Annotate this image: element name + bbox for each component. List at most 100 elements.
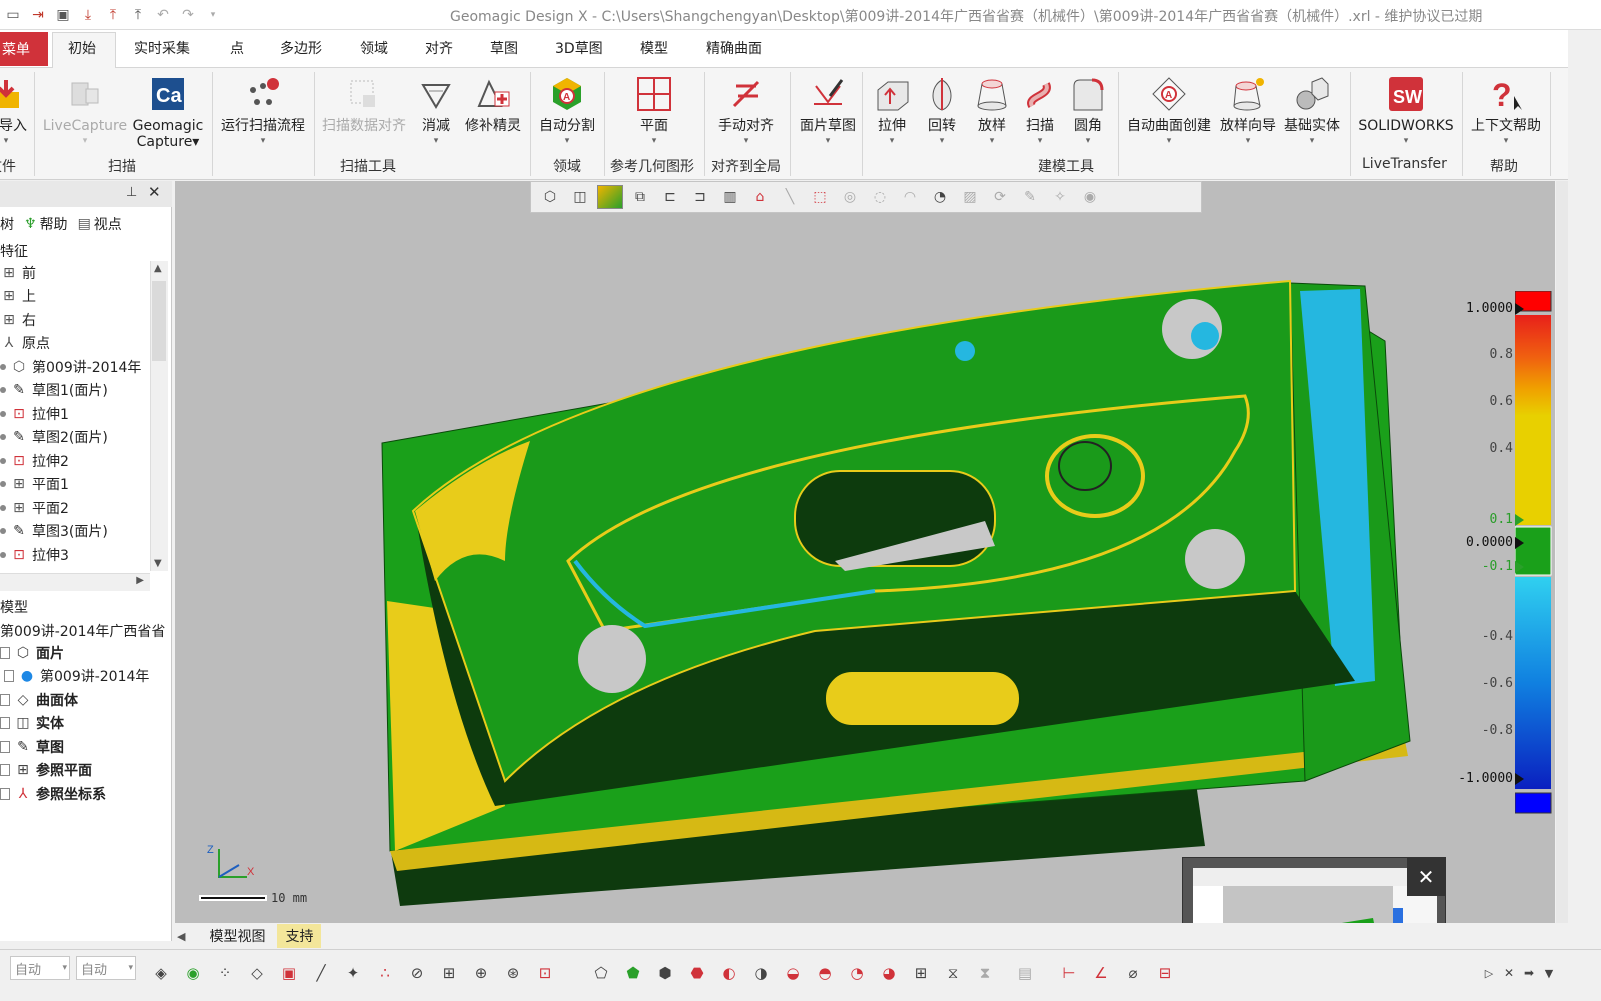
loft-wizard-button[interactable]: 放样向导 ▾: [1216, 74, 1280, 154]
tab-model-view[interactable]: 模型视图: [203, 924, 271, 948]
mesh-sketch-button[interactable]: 面片草图 ▾: [796, 74, 860, 154]
select-misc-icon[interactable]: ⧗: [972, 960, 998, 986]
redo-icon[interactable]: ↷: [177, 4, 199, 26]
scan-data-align-button[interactable]: 扫描数据对齐: [318, 74, 410, 154]
select-feature-icon[interactable]: ⊡: [532, 960, 558, 986]
model-tree-item[interactable]: ● 第009讲-2014年: [0, 665, 172, 689]
select-plane-icon[interactable]: ⊞: [436, 960, 462, 986]
select-poly-icon[interactable]: ◇: [244, 960, 270, 986]
close-icon[interactable]: ✕: [148, 183, 161, 201]
tab-polygon[interactable]: 多边形: [280, 38, 322, 58]
decimate-button[interactable]: 消减 ▾: [416, 74, 456, 154]
select-coord-icon[interactable]: ⊛: [500, 960, 526, 986]
geomagic-capture-button[interactable]: Ca Geomagic Capture▾: [130, 74, 206, 154]
feature-tree-item[interactable]: ✎ 草图3(面片): [0, 520, 150, 544]
tab-model[interactable]: 模型: [640, 38, 668, 58]
select-body-icon[interactable]: ⬠: [588, 960, 614, 986]
feature-tree-scrollbar[interactable]: ▲ ▼: [150, 261, 168, 571]
measure-distance-icon[interactable]: ⊢: [1056, 960, 1082, 986]
import-icon[interactable]: ⤓: [77, 4, 99, 26]
model-tree-item[interactable]: ⊞ 参照平面: [0, 759, 172, 783]
feature-tree-item[interactable]: ⊞ 平面2: [0, 496, 150, 520]
feature-tree-item[interactable]: ⊡ 拉伸1: [0, 402, 150, 426]
tab-menu[interactable]: 菜单: [0, 32, 48, 66]
fillet-button[interactable]: 圆角 ▾: [1066, 74, 1110, 154]
feature-tree-item[interactable]: ⬡ 第009讲-2014年: [0, 355, 150, 379]
select-sketch-icon[interactable]: ∴: [372, 960, 398, 986]
select-face-icon[interactable]: ▣: [276, 960, 302, 986]
visibility-checkbox[interactable]: [0, 646, 10, 659]
auto-segment-button[interactable]: A 自动分割 ▾: [536, 74, 598, 154]
model-tree-item[interactable]: ⅄ 参照坐标系: [0, 782, 172, 806]
tab-help[interactable]: ♆ 帮助: [24, 214, 68, 234]
measure-angle-icon[interactable]: ∠: [1088, 960, 1114, 986]
visibility-checkbox[interactable]: [0, 717, 10, 730]
select-all-icon[interactable]: ◈: [148, 960, 174, 986]
visibility-checkbox[interactable]: [4, 670, 14, 683]
select-chamfer-icon[interactable]: ◔: [844, 960, 870, 986]
select-fillet-icon[interactable]: ◓: [812, 960, 838, 986]
feature-tree-item[interactable]: ✎ 草图2(面片): [0, 426, 150, 450]
select-points-icon[interactable]: ⁘: [212, 960, 238, 986]
select-region-icon[interactable]: ◉: [180, 960, 206, 986]
tabs-left-arrow-icon[interactable]: ◀: [177, 930, 185, 943]
select-surface-icon[interactable]: ⬟: [620, 960, 646, 986]
import-button[interactable]: 导入 ▾: [0, 74, 27, 154]
healing-wizard-button[interactable]: 修补精灵: [460, 74, 526, 154]
tab-live-capture[interactable]: 实时采集: [134, 38, 190, 58]
visibility-checkbox[interactable]: [0, 764, 10, 777]
tab-3d-sketch[interactable]: 3D草图: [555, 38, 603, 58]
basic-solid-button[interactable]: 基础实体 ▾: [1280, 74, 1344, 154]
legend-marker-icon[interactable]: [1515, 561, 1524, 573]
select-pattern-icon[interactable]: ⊞: [908, 960, 934, 986]
filter-combo-1[interactable]: 自动 ▾: [10, 956, 70, 980]
measure-radius-icon[interactable]: ⌀: [1120, 960, 1146, 986]
feature-tree-item[interactable]: ⊞ 平面1: [0, 473, 150, 497]
export-icon[interactable]: ⤒: [102, 4, 124, 26]
export-alt-icon[interactable]: ⤒: [127, 4, 149, 26]
plane-button[interactable]: 平面 ▾: [626, 74, 682, 154]
feature-tree-item[interactable]: ⊞ 右: [0, 308, 150, 332]
feature-tree-hscrollbar[interactable]: ▶: [0, 573, 150, 591]
select-sweep-icon[interactable]: ◒: [780, 960, 806, 986]
save-icon[interactable]: ▣: [52, 4, 74, 26]
feature-tree-item[interactable]: ⊞ 前: [0, 261, 150, 285]
tab-tree[interactable]: 树: [0, 214, 14, 234]
tab-support[interactable]: 支持: [277, 924, 322, 948]
select-shell-icon[interactable]: ◕: [876, 960, 902, 986]
select-solid-icon[interactable]: ⬢: [652, 960, 678, 986]
feature-tree-item[interactable]: ⅄ 原点: [0, 332, 150, 356]
legend-marker-icon[interactable]: [1515, 773, 1524, 785]
pin-icon[interactable]: ⊥: [126, 185, 137, 200]
visibility-checkbox[interactable]: [0, 693, 10, 706]
sweep-button[interactable]: 扫描 ▾: [1018, 74, 1062, 154]
model-tree-item[interactable]: ⬡ 面片: [0, 641, 172, 665]
legend-marker-icon[interactable]: [1515, 514, 1524, 526]
tab-align[interactable]: 对齐: [425, 38, 453, 58]
visibility-checkbox[interactable]: [0, 740, 10, 753]
select-vertex-icon[interactable]: ✦: [340, 960, 366, 986]
feature-tree-item[interactable]: ✎ 草图1(面片): [0, 379, 150, 403]
viewport-scrollbar[interactable]: [1556, 181, 1568, 923]
revolve-button[interactable]: 回转 ▾: [920, 74, 964, 154]
select-loft-icon[interactable]: ◑: [748, 960, 774, 986]
customize-dropdown-icon[interactable]: ▾: [202, 4, 224, 26]
model-viewport[interactable]: ⬡ ◫ ⧉ ⊏ ⊐ ▥ ⌂ ╲ ⬚ ◎ ◌ ◠ ◔ ▨ ⟳ ✎ ✧ ◉ Z X …: [175, 181, 1555, 923]
model-tree-item[interactable]: ◇ 曲面体: [0, 688, 172, 712]
feature-tree-item[interactable]: ⊞ 上: [0, 285, 150, 309]
thumbnail-close-icon[interactable]: ✕: [1407, 858, 1445, 896]
context-help-button[interactable]: ? 上下文帮助 ▾: [1468, 74, 1544, 154]
livecapture-button[interactable]: LiveCapture ▾: [42, 74, 128, 154]
filter-combo-2[interactable]: 自动 ▾: [76, 956, 136, 980]
model-tree-item[interactable]: ◫ 实体: [0, 712, 172, 736]
visibility-checkbox[interactable]: [0, 787, 10, 800]
select-mirror-icon[interactable]: ⧖: [940, 960, 966, 986]
auto-surface-button[interactable]: A 自动曲面创建 ▾: [1124, 74, 1214, 154]
open-file-icon[interactable]: ⇥: [27, 4, 49, 26]
measure-area-icon[interactable]: ⊟: [1152, 960, 1178, 986]
tab-exact-surface[interactable]: 精确曲面: [706, 38, 762, 58]
tab-sketch[interactable]: 草图: [490, 38, 518, 58]
manual-align-button[interactable]: 手动对齐 ▾: [714, 74, 778, 154]
legend-marker-icon[interactable]: [1515, 303, 1524, 315]
select-edge-icon[interactable]: ╱: [308, 960, 334, 986]
